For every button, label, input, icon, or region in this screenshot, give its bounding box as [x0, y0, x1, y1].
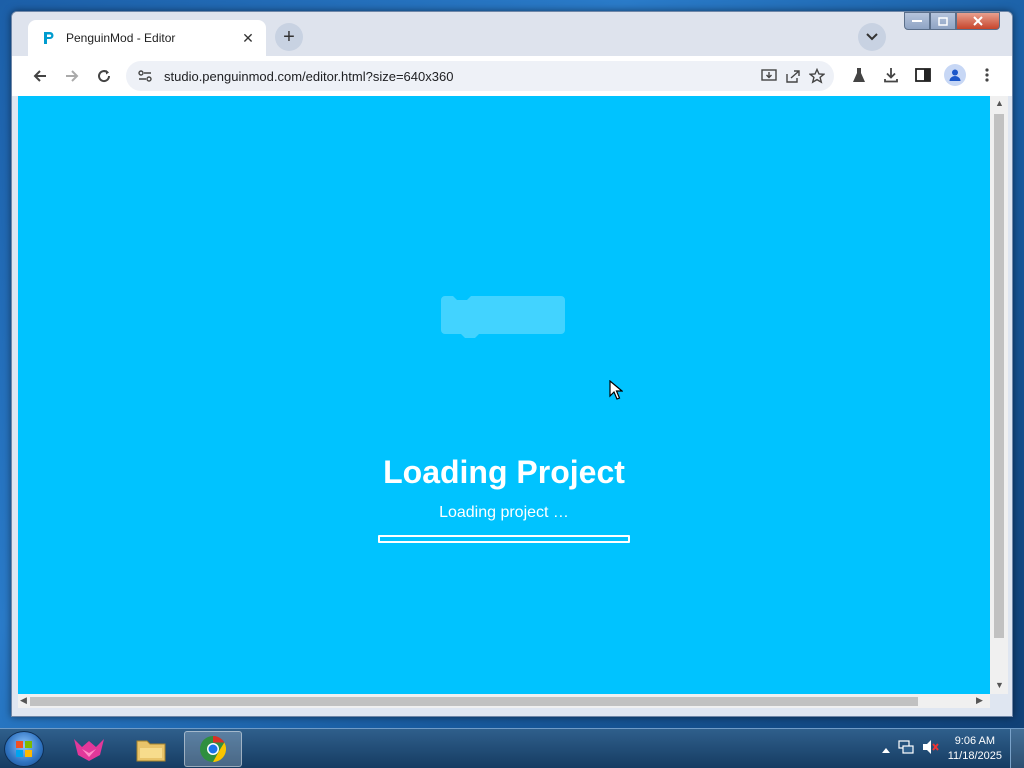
install-app-icon[interactable]: [760, 67, 778, 85]
scroll-right-icon[interactable]: ▶: [976, 695, 983, 706]
url-text[interactable]: studio.penguinmod.com/editor.html?size=6…: [164, 69, 453, 84]
horizontal-scroll-thumb[interactable]: [30, 697, 918, 706]
taskbar: 9:06 AM 11/18/2025: [0, 728, 1024, 768]
tab-close-icon[interactable]: ✕: [240, 30, 256, 46]
menu-icon[interactable]: [976, 64, 998, 86]
pink-fox-app-icon[interactable]: [60, 731, 118, 767]
network-icon[interactable]: [898, 739, 914, 760]
scroll-left-icon[interactable]: ◀: [20, 695, 27, 706]
bookmark-star-icon[interactable]: [808, 67, 826, 85]
start-orb-icon[interactable]: [4, 731, 44, 767]
scroll-down-icon[interactable]: ▼: [995, 680, 1004, 690]
clock-date: 11/18/2025: [947, 750, 1002, 762]
volume-muted-icon[interactable]: [922, 739, 940, 760]
forward-icon[interactable]: [60, 64, 84, 88]
code-block-loader-icon: [441, 296, 565, 338]
download-icon[interactable]: [880, 64, 902, 86]
loading-title: Loading Project: [383, 454, 625, 490]
tab-search-button[interactable]: [858, 23, 886, 51]
loading-subtitle: Loading project …: [439, 504, 569, 521]
back-icon[interactable]: [28, 64, 52, 88]
site-info-icon[interactable]: [136, 67, 154, 85]
window-controls: [904, 12, 1000, 30]
side-panel-icon[interactable]: [912, 64, 934, 86]
profile-icon[interactable]: [944, 64, 966, 86]
minimize-icon[interactable]: [904, 12, 930, 30]
loading-progress-bar: [378, 535, 630, 543]
browser-toolbar: studio.penguinmod.com/editor.html?size=6…: [12, 56, 1012, 96]
clock-time: 9:06 AM: [954, 735, 996, 747]
share-icon[interactable]: [784, 67, 802, 85]
horizontal-scrollbar[interactable]: ◀ ▶: [18, 694, 990, 708]
maximize-icon[interactable]: [930, 12, 956, 30]
reload-icon[interactable]: [92, 64, 116, 88]
browser-window: PenguinMod - Editor ✕ + studio.penguinmo…: [11, 11, 1013, 717]
tab-penguinmod[interactable]: PenguinMod - Editor ✕: [28, 20, 266, 56]
tray-arrow-icon[interactable]: [881, 740, 890, 758]
new-tab-button[interactable]: +: [275, 23, 303, 51]
tab-title: PenguinMod - Editor: [66, 31, 176, 45]
address-bar[interactable]: studio.penguinmod.com/editor.html?size=6…: [126, 61, 834, 91]
file-explorer-icon[interactable]: [122, 731, 180, 767]
scroll-up-icon[interactable]: ▲: [995, 98, 1004, 108]
mouse-cursor-icon: [609, 380, 623, 400]
tab-strip: PenguinMod - Editor ✕ +: [12, 12, 1012, 56]
chrome-icon[interactable]: [184, 731, 242, 767]
penguinmod-favicon-icon: [40, 30, 56, 46]
close-icon[interactable]: [956, 12, 1000, 30]
clock[interactable]: 9:06 AM 11/18/2025: [948, 734, 1002, 764]
page-viewport: Loading Project Loading project …: [18, 96, 990, 694]
labs-icon[interactable]: [848, 64, 870, 86]
vertical-scroll-thumb[interactable]: [994, 114, 1004, 638]
chevron-down-icon: [866, 33, 878, 41]
vertical-scrollbar[interactable]: ▲ ▼: [990, 96, 1008, 694]
system-tray: 9:06 AM 11/18/2025: [881, 729, 1002, 768]
show-desktop-button[interactable]: [1010, 729, 1024, 768]
